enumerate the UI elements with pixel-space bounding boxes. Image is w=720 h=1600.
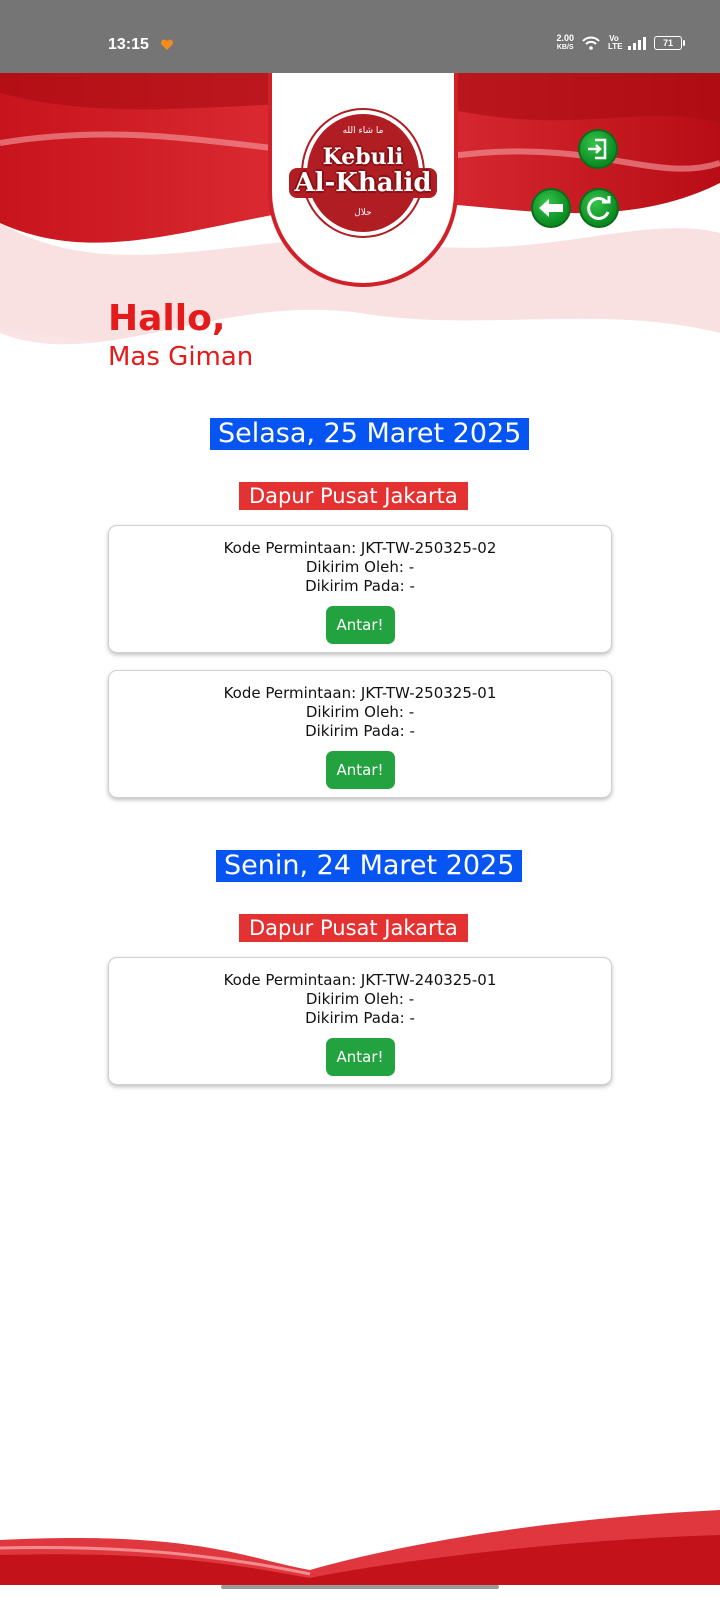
request-code: Kode Permintaan: JKT-TW-250325-01	[223, 684, 497, 702]
brand-arabic-bottom: حلال	[354, 208, 372, 218]
refresh-icon	[587, 196, 611, 220]
request-sent-by: Dikirim Oleh: -	[305, 558, 415, 576]
request-card: Kode Permintaan: JKT-TW-250325-02 Dikiri…	[108, 525, 612, 653]
kitchen-label: Dapur Pusat Jakarta	[239, 482, 468, 510]
battery-indicator: 71	[654, 36, 685, 50]
deliver-button[interactable]: Antar!	[325, 1038, 395, 1076]
network-speed-value: 2.00	[556, 33, 574, 43]
notification-heart-icon	[160, 39, 174, 50]
request-sent-by: Dikirim Oleh: -	[305, 703, 415, 721]
greeting-hello: Hallo,	[108, 298, 226, 339]
request-code: Kode Permintaan: JKT-TW-240325-01	[223, 971, 497, 989]
date-header: Selasa, 25 Maret 2025	[210, 418, 530, 450]
date-header: Senin, 24 Maret 2025	[216, 850, 523, 882]
volte-indicator: Vo LTE	[608, 34, 623, 51]
deliver-button[interactable]: Antar!	[325, 751, 395, 789]
back-arrow-icon	[539, 199, 563, 217]
request-card: Kode Permintaan: JKT-TW-250325-01 Dikiri…	[108, 670, 612, 798]
brand-arabic-top: ما شاء الله	[342, 126, 384, 136]
network-speed-unit: KB/S	[556, 44, 574, 51]
brand-name-line2: Al-Khalid	[289, 168, 437, 198]
brand-logo-tab: ما شاء الله Kebuli Al-Khalid حلال	[268, 73, 458, 287]
home-indicator[interactable]	[221, 1585, 499, 1589]
deliver-button[interactable]: Antar!	[325, 606, 395, 644]
request-card: Kode Permintaan: JKT-TW-240325-01 Dikiri…	[108, 957, 612, 1085]
request-sent-by: Dikirim Oleh: -	[305, 990, 415, 1008]
network-speed: 2.00 KB/S	[556, 34, 574, 52]
request-sent-at: Dikirim Pada: -	[305, 577, 415, 595]
brand-logo: ما شاء الله Kebuli Al-Khalid حلال	[289, 110, 437, 236]
greeting-user-name: Mas Giman	[108, 342, 254, 372]
status-time: 13:15	[108, 36, 149, 53]
logout-icon	[588, 138, 607, 160]
refresh-button[interactable]	[579, 188, 619, 228]
logout-button[interactable]	[578, 129, 618, 169]
back-button[interactable]	[531, 188, 571, 228]
request-sent-at: Dikirim Pada: -	[305, 1009, 415, 1027]
status-indicators: 2.00 KB/S Vo LTE 71	[556, 34, 685, 52]
request-sent-at: Dikirim Pada: -	[305, 722, 415, 740]
request-code: Kode Permintaan: JKT-TW-250325-02	[223, 539, 497, 557]
status-bar: 13:15 2.00 KB/S Vo LTE 71	[0, 0, 720, 73]
brand-name-line1: Kebuli	[322, 144, 404, 170]
signal-icon	[628, 36, 646, 50]
wifi-icon	[582, 36, 600, 50]
kitchen-label: Dapur Pusat Jakarta	[239, 914, 468, 942]
